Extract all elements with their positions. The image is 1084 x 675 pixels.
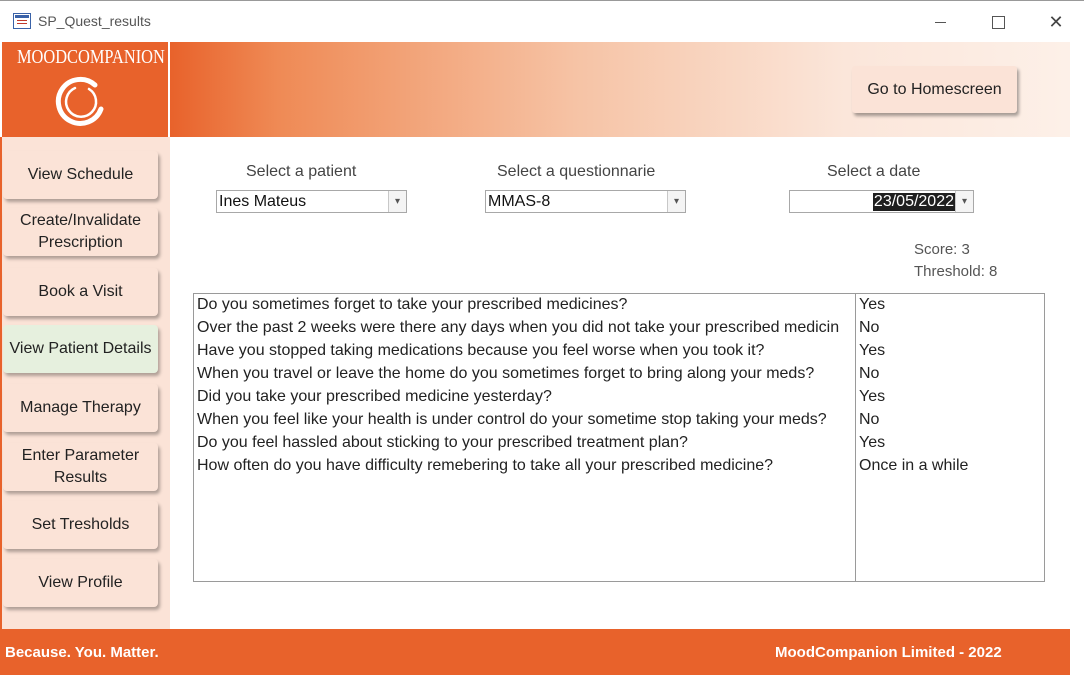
table-row[interactable]: When you feel like your health is under … bbox=[194, 409, 1044, 432]
answer-cell: Yes bbox=[859, 434, 886, 451]
question-cell: Over the past 2 weeks were there any day… bbox=[197, 319, 840, 336]
maximize-button[interactable] bbox=[978, 9, 1018, 35]
sidebar-item-book-a-visit[interactable]: Book a Visit bbox=[3, 268, 158, 316]
answer-cell: No bbox=[859, 411, 880, 428]
mood-circle-logo-icon bbox=[55, 76, 104, 126]
answer-cell: Yes bbox=[859, 296, 886, 313]
access-form-icon bbox=[13, 13, 31, 29]
table-row[interactable]: How often do you have difficulty remeber… bbox=[194, 455, 1044, 478]
go-to-homescreen-button[interactable]: Go to Homescreen bbox=[852, 66, 1017, 113]
sidebar-item-enter-parameter-results[interactable]: Enter Parameter Results bbox=[3, 443, 158, 491]
minimize-button[interactable] bbox=[920, 9, 960, 35]
table-row[interactable]: Did you take your prescribed medicine ye… bbox=[194, 386, 1044, 409]
patient-select[interactable]: Ines Mateus ▾ bbox=[216, 190, 407, 213]
threshold-value: Threshold: 8 bbox=[914, 263, 998, 280]
answer-cell: Yes bbox=[859, 388, 886, 405]
sidebar-item-manage-therapy[interactable]: Manage Therapy bbox=[3, 384, 158, 432]
sidebar-item-set-tresholds[interactable]: Set Tresholds bbox=[3, 501, 158, 549]
table-row[interactable]: Do you sometimes forget to take your pre… bbox=[194, 294, 1044, 317]
patient-select-value: Ines Mateus bbox=[219, 193, 307, 210]
questionnaire-select-value: MMAS-8 bbox=[488, 193, 551, 210]
footer: Because. You. Matter. MoodCompanion Limi… bbox=[0, 629, 1070, 675]
table-row[interactable]: Have you stopped taking medications beca… bbox=[194, 340, 1044, 363]
question-cell: Do you sometimes forget to take your pre… bbox=[197, 296, 628, 313]
score-value: Score: 3 bbox=[914, 241, 970, 258]
table-row[interactable]: Do you feel hassled about sticking to yo… bbox=[194, 432, 1044, 455]
chevron-down-icon[interactable]: ▾ bbox=[667, 191, 685, 212]
chevron-down-icon[interactable]: ▾ bbox=[388, 191, 406, 212]
patient-label: Select a patient bbox=[246, 163, 357, 180]
date-select-value: 23/05/2022 bbox=[872, 193, 955, 211]
table-row[interactable]: Over the past 2 weeks were there any day… bbox=[194, 317, 1044, 340]
brand-logo: MOODCOMPANION bbox=[2, 42, 168, 137]
sidebar-item-view-profile[interactable]: View Profile bbox=[3, 559, 158, 607]
questionnaire-results-table: Do you sometimes forget to take your pre… bbox=[193, 293, 1045, 582]
answer-cell: Once in a while bbox=[859, 457, 969, 474]
sidebar-item-create-invalidate-prescription[interactable]: Create/Invalidate Prescription bbox=[3, 208, 158, 256]
answer-cell: Yes bbox=[859, 342, 886, 359]
question-cell: When you travel or leave the home do you… bbox=[197, 365, 815, 382]
sidebar-item-view-schedule[interactable]: View Schedule bbox=[3, 151, 158, 199]
minimize-icon bbox=[934, 21, 946, 23]
logo-text: MOODCOMPANION bbox=[16, 46, 165, 68]
window-titlebar: SP_Quest_results ✕ bbox=[0, 0, 1084, 43]
chevron-down-icon[interactable]: ▾ bbox=[955, 191, 973, 212]
answer-cell: No bbox=[859, 319, 880, 336]
window-title: SP_Quest_results bbox=[38, 13, 151, 29]
sidebar-edge bbox=[0, 137, 2, 629]
close-icon: ✕ bbox=[1048, 11, 1064, 32]
close-button[interactable]: ✕ bbox=[1036, 9, 1076, 35]
sidebar-item-view-patient-details[interactable]: View Patient Details bbox=[3, 325, 158, 373]
date-label: Select a date bbox=[827, 163, 921, 180]
question-cell: Did you take your prescribed medicine ye… bbox=[197, 388, 552, 405]
questionnaire-label: Select a questionnarie bbox=[497, 163, 656, 180]
footer-tagline: Because. You. Matter. bbox=[5, 644, 159, 661]
date-select[interactable]: 23/05/2022 ▾ bbox=[789, 190, 974, 213]
question-cell: When you feel like your health is under … bbox=[197, 411, 827, 428]
question-cell: Do you feel hassled about sticking to yo… bbox=[197, 434, 688, 451]
question-cell: Have you stopped taking medications beca… bbox=[197, 342, 765, 359]
answer-cell: No bbox=[859, 365, 880, 382]
footer-copyright: MoodCompanion Limited - 2022 bbox=[775, 644, 1002, 661]
table-row[interactable]: When you travel or leave the home do you… bbox=[194, 363, 1044, 386]
questionnaire-select[interactable]: MMAS-8 ▾ bbox=[485, 190, 686, 213]
maximize-icon bbox=[991, 15, 1005, 29]
question-cell: How often do you have difficulty remeber… bbox=[197, 457, 774, 474]
